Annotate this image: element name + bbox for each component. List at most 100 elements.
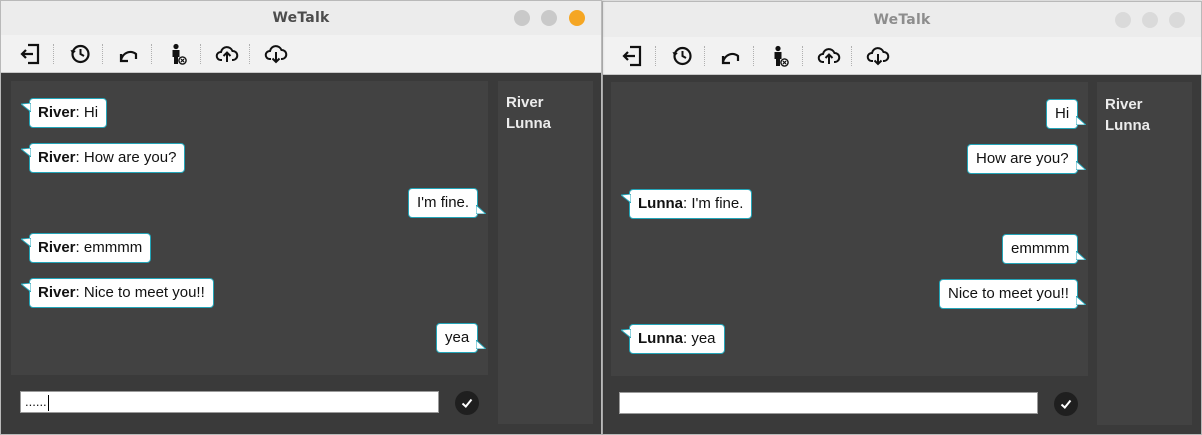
toolbar-separator	[53, 44, 54, 64]
bubble-tail	[1075, 296, 1086, 305]
outgoing-message: How are you?	[967, 144, 1086, 174]
upload-button[interactable]	[815, 42, 843, 70]
history-icon	[672, 46, 692, 66]
bubble-tail	[621, 194, 631, 203]
message-text: Hi	[83, 104, 99, 121]
user-list-item[interactable]: River	[1105, 94, 1192, 115]
bubble-tail	[1076, 116, 1087, 125]
message-text: yea	[691, 330, 716, 347]
message-text: Nice to meet you!!	[83, 284, 205, 301]
close-button[interactable]	[1169, 12, 1185, 28]
message-input[interactable]: ......	[20, 391, 439, 413]
outgoing-message: Nice to meet you!!	[939, 279, 1086, 309]
outgoing-message: yea	[436, 323, 487, 353]
user-list-item[interactable]: River	[506, 92, 593, 113]
maximize-button[interactable]	[1142, 12, 1158, 28]
bubble-tail	[476, 340, 487, 349]
toolbar	[603, 37, 1201, 75]
title-bar[interactable]: WeTalk	[1, 1, 601, 35]
download-icon	[866, 47, 890, 66]
text-cursor	[47, 394, 49, 411]
sender-separator: :	[75, 104, 84, 121]
bubble-tail	[1075, 161, 1086, 170]
title-bar[interactable]: WeTalk	[603, 2, 1201, 37]
history-icon	[70, 44, 90, 64]
user-status-icon	[774, 45, 789, 67]
minimize-button[interactable]	[1115, 12, 1131, 28]
incoming-message: Lunna: yea	[621, 324, 725, 354]
user-list-item[interactable]: Lunna	[1105, 115, 1192, 136]
outgoing-message: I'm fine.	[408, 188, 487, 218]
send-button[interactable]	[1054, 392, 1078, 416]
message-text: emmmm	[1011, 240, 1070, 257]
message-sender: Lunna	[638, 330, 683, 347]
bubble-tail	[621, 329, 631, 338]
message-sender: River	[38, 104, 76, 121]
window-title: WeTalk	[272, 10, 330, 26]
sender-separator: :	[75, 149, 84, 166]
toolbar-separator	[249, 44, 250, 64]
undo-icon	[119, 50, 138, 63]
send-button[interactable]	[455, 391, 479, 415]
toolbar	[1, 35, 601, 73]
download-button[interactable]	[262, 40, 290, 68]
minimize-button[interactable]	[514, 10, 530, 26]
undo-button[interactable]	[115, 40, 143, 68]
incoming-message: River: emmmm	[21, 233, 152, 263]
message-input[interactable]	[619, 392, 1038, 414]
toolbar-separator	[655, 46, 656, 66]
logout-icon	[20, 43, 40, 65]
bubble-tail	[1076, 251, 1087, 260]
toolbar-separator	[802, 46, 803, 66]
download-button[interactable]	[864, 42, 892, 70]
message-text: I'm fine.	[691, 195, 744, 212]
upload-icon	[215, 46, 239, 62]
user-list: River Lunna	[498, 81, 593, 424]
logout-button[interactable]	[17, 40, 45, 68]
toolbar-separator	[753, 46, 754, 66]
checkmark-icon	[1060, 399, 1072, 409]
message-sender: River	[38, 149, 76, 166]
user-list-item[interactable]: Lunna	[506, 113, 593, 134]
bubble-tail	[476, 205, 487, 214]
incoming-message: River: Nice to meet you!!	[21, 278, 214, 308]
sender-separator: :	[75, 239, 84, 256]
message-text: Hi	[1055, 105, 1070, 122]
history-button[interactable]	[668, 42, 696, 70]
incoming-message: Lunna: I'm fine.	[621, 189, 753, 219]
user-status-icon	[172, 43, 187, 65]
sender-separator: :	[75, 284, 84, 301]
upload-button[interactable]	[213, 40, 241, 68]
checkmark-icon	[461, 398, 473, 408]
message-sender: Lunna	[638, 195, 683, 212]
message-text: yea	[445, 329, 470, 346]
close-button[interactable]	[569, 10, 585, 26]
message-sender: River	[38, 284, 76, 301]
history-button[interactable]	[66, 40, 94, 68]
message-area[interactable]: Hi How are you? Lunna: I'm fine. emmmm Nice …	[611, 82, 1088, 376]
message-text: Nice to meet you!!	[948, 285, 1069, 302]
chat-window-lunna: WeTalk Hi How are you? Lunna: I'm fine. emm…	[602, 1, 1202, 435]
upload-icon	[817, 48, 841, 64]
message-text: How are you?	[83, 149, 177, 166]
message-input-text: ......	[25, 394, 47, 409]
toolbar-separator	[102, 44, 103, 64]
undo-button[interactable]	[717, 42, 745, 70]
maximize-button[interactable]	[541, 10, 557, 26]
bubble-tail	[21, 103, 31, 112]
chat-window-river: WeTalk River: Hi River: How are you? I'm f…	[0, 0, 602, 435]
logout-icon	[622, 45, 642, 67]
logout-button[interactable]	[619, 42, 647, 70]
user-status-button[interactable]	[164, 40, 192, 68]
message-text: How are you?	[976, 150, 1069, 167]
bubble-tail	[21, 148, 31, 157]
message-sender: River	[38, 239, 76, 256]
user-status-button[interactable]	[766, 42, 794, 70]
incoming-message: River: How are you?	[21, 143, 186, 173]
window-title: WeTalk	[873, 11, 931, 28]
incoming-message: River: Hi	[21, 98, 108, 128]
download-icon	[264, 45, 288, 64]
bubble-tail	[21, 238, 31, 247]
message-area[interactable]: River: Hi River: How are you? I'm fine. Riv…	[11, 81, 488, 375]
bubble-tail	[21, 283, 31, 292]
